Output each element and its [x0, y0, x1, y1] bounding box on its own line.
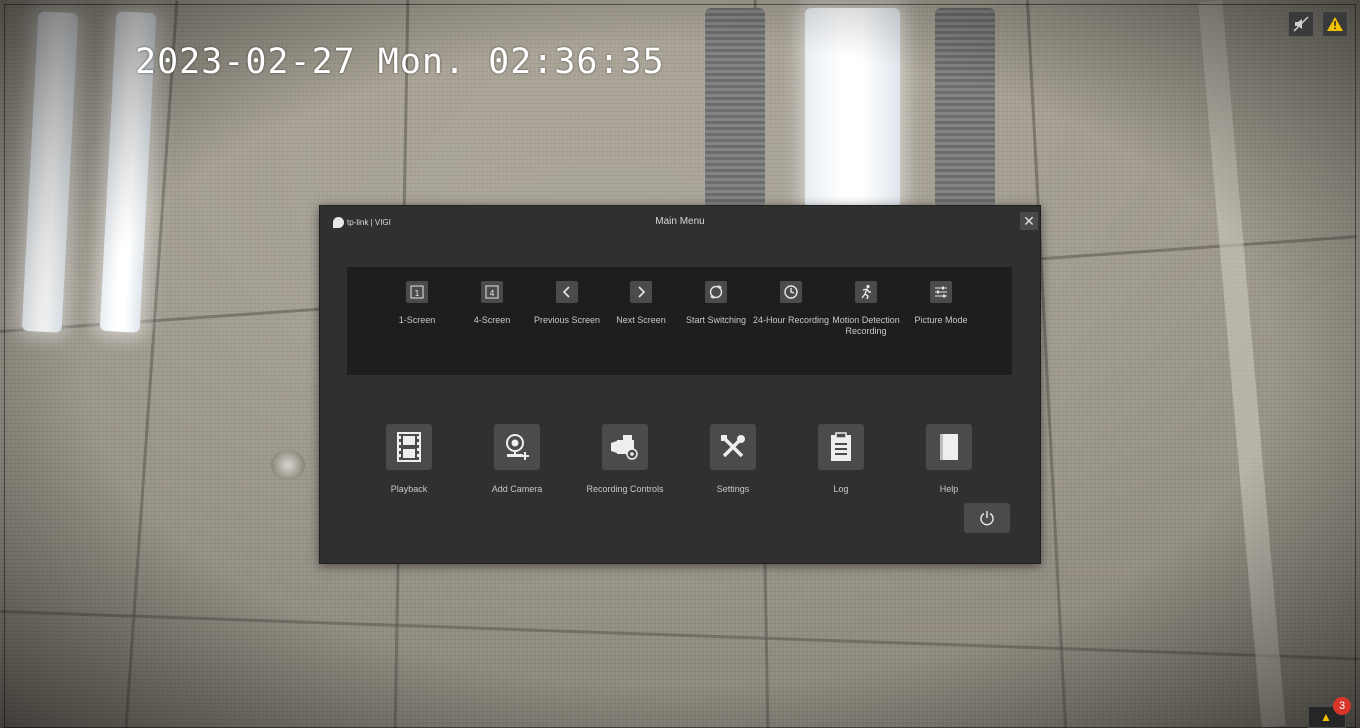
quick-actions-bar: 1 1-Screen 4 4-Screen Previous Screen Ne… — [347, 267, 1012, 375]
main-label: Recording Controls — [586, 484, 664, 494]
quick-label: 1-Screen — [398, 315, 436, 325]
dialog-title: Main Menu — [655, 216, 705, 227]
quick-label: Start Switching — [685, 315, 747, 325]
close-icon: ✕ — [1023, 213, 1035, 229]
switching-icon — [705, 281, 727, 303]
alarm-count-badge: 3 — [1333, 697, 1351, 715]
settings-button[interactable]: Settings — [678, 424, 788, 494]
quick-label: 24-Hour Recording — [752, 315, 830, 325]
next-screen-button[interactable]: Next Screen — [598, 281, 684, 326]
add-camera-button[interactable]: Add Camera — [462, 424, 572, 494]
dialog-header: tp-link | VIGI Main Menu ✕ — [320, 206, 1040, 240]
main-label: Help — [939, 484, 959, 494]
main-menu-dialog: tp-link | VIGI Main Menu ✕ 1 1-Screen 4 … — [319, 205, 1041, 564]
power-button[interactable] — [964, 503, 1010, 533]
24-hour-recording-button[interactable]: 24-Hour Recording — [748, 281, 834, 326]
main-label: Playback — [390, 484, 428, 494]
four-screen-icon: 4 — [481, 281, 503, 303]
speaker-mute-icon[interactable] — [1288, 11, 1314, 37]
ceiling-light-grille — [935, 8, 995, 208]
sliders-icon — [930, 281, 952, 303]
picture-mode-button[interactable]: Picture Mode — [898, 281, 984, 326]
ceiling-sensor — [271, 450, 305, 480]
ceiling-light — [21, 11, 79, 333]
osd-timestamp: 2023-02-27 Mon. 02:36:35 — [135, 42, 665, 82]
alarm-indicator[interactable]: ▲ 3 — [1308, 697, 1351, 728]
book-icon — [926, 424, 972, 470]
ceiling-light-grille — [705, 8, 765, 208]
film-icon — [386, 424, 432, 470]
main-label: Add Camera — [491, 484, 543, 494]
chevron-right-icon — [630, 281, 652, 303]
main-label: Settings — [716, 484, 750, 494]
tools-icon — [710, 424, 756, 470]
quick-label: Motion Detection Recording — [832, 315, 900, 336]
clipboard-icon — [818, 424, 864, 470]
recording-controls-button[interactable]: Recording Controls — [570, 424, 680, 494]
add-camera-icon — [494, 424, 540, 470]
quick-label: Picture Mode — [914, 315, 968, 325]
tile-seam — [0, 610, 1360, 661]
main-label: Log — [833, 484, 849, 494]
log-button[interactable]: Log — [786, 424, 896, 494]
help-button[interactable]: Help — [894, 424, 1004, 494]
clock-icon — [780, 281, 802, 303]
warning-icon: ▲ — [1320, 710, 1332, 724]
four-screen-button[interactable]: 4 4-Screen — [449, 281, 535, 326]
video-camera-gear-icon — [602, 424, 648, 470]
motion-detection-recording-button[interactable]: Motion Detection Recording — [823, 281, 909, 337]
close-button[interactable]: ✕ — [1020, 212, 1038, 230]
chevron-left-icon — [556, 281, 578, 303]
one-screen-icon: 1 — [406, 281, 428, 303]
ceiling-light — [805, 8, 900, 208]
ceiling-beam — [1198, 0, 1286, 728]
glyph-1: 1 — [414, 289, 419, 298]
glyph-4: 4 — [489, 289, 494, 298]
quick-label: 4-Screen — [473, 315, 511, 325]
one-screen-button[interactable]: 1 1-Screen — [374, 281, 460, 326]
quick-label: Next Screen — [616, 315, 666, 325]
running-person-icon — [855, 281, 877, 303]
start-switching-button[interactable]: Start Switching — [673, 281, 759, 326]
warning-icon[interactable] — [1322, 11, 1348, 37]
playback-button[interactable]: Playback — [354, 424, 464, 494]
power-icon — [980, 511, 994, 526]
status-icons — [1288, 11, 1348, 37]
